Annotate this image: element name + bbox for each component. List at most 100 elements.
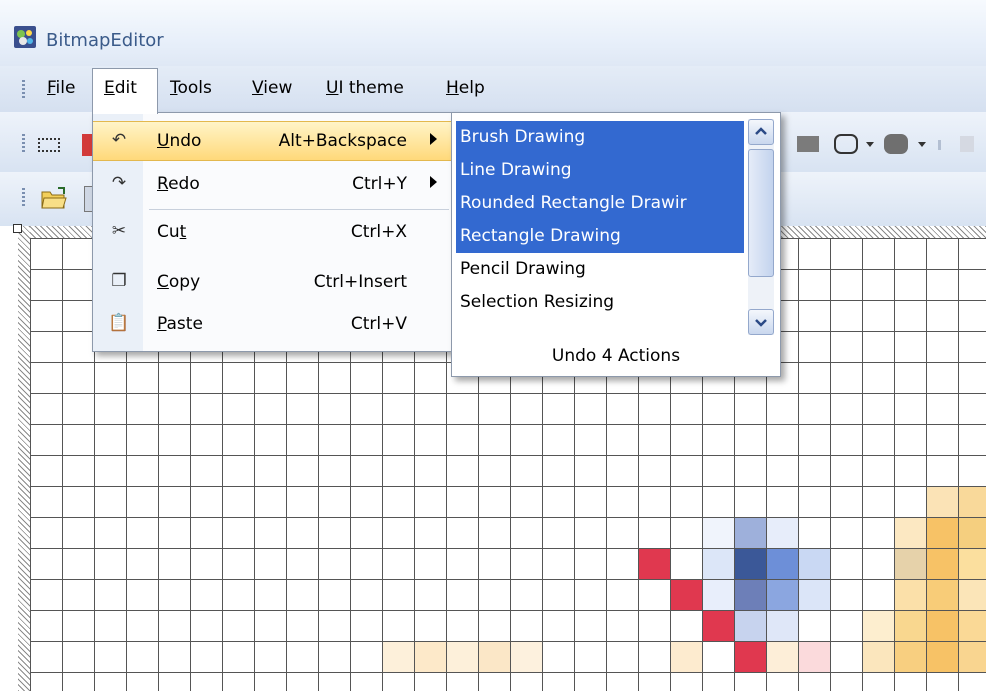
resize-handle[interactable]: [13, 224, 22, 233]
pixel-blue: [767, 549, 798, 579]
bitmap-editor-window: BitmapEditor File Edit Tools View UI the…: [0, 0, 986, 691]
pixel-blue: [767, 580, 798, 610]
pixel-light-blue: [703, 549, 734, 579]
menu-help[interactable]: Help: [446, 78, 485, 98]
pixel-orange: [927, 642, 958, 672]
undo-icon: ↶: [111, 130, 127, 150]
menubar-grip[interactable]: [22, 80, 25, 100]
pixel-orange: [511, 642, 542, 672]
pixel-orange: [927, 611, 958, 641]
chevron-down-icon[interactable]: [918, 142, 926, 147]
toolbar-grip[interactable]: [22, 188, 25, 208]
pixel-light-blue: [703, 518, 734, 548]
pixel-orange: [863, 611, 894, 641]
undo-history-item[interactable]: Pencil Drawing: [456, 253, 744, 286]
menu-edit[interactable]: Edit: [104, 78, 137, 98]
pixel-orange: [927, 549, 958, 579]
menu-item-cut[interactable]: ✂ Cut Ctrl+X: [93, 213, 453, 251]
toolbar-separator: [938, 140, 941, 150]
pixel-red: [703, 611, 734, 641]
pixel-orange: [895, 580, 926, 610]
toolbar-grip[interactable]: [22, 134, 25, 154]
pixel-light-blue: [767, 518, 798, 548]
scroll-down-button[interactable]: [748, 309, 774, 335]
menu-item-shortcut: Ctrl+Y: [352, 174, 407, 194]
pixel-orange: [383, 642, 414, 672]
menu-item-shortcut: Ctrl+V: [350, 314, 407, 334]
menu-view[interactable]: View: [252, 78, 292, 98]
chevron-down-icon[interactable]: [866, 142, 874, 147]
menu-item-paste[interactable]: 📋 Paste Ctrl+V: [93, 305, 453, 343]
pixel-orange: [895, 642, 926, 672]
pixel-orange: [415, 642, 446, 672]
pixel-orange: [927, 487, 958, 517]
pixel-orange: [959, 518, 986, 548]
canvas-ruler-left: [18, 226, 30, 691]
chevron-up-icon: [755, 127, 767, 135]
menu-ui-theme[interactable]: UI theme: [326, 78, 404, 98]
pixel-navy: [735, 549, 766, 579]
redo-icon: ↷: [111, 173, 127, 193]
pixel-orange: [927, 518, 958, 548]
pixel-navy: [735, 580, 766, 610]
chevron-down-icon: [755, 319, 767, 327]
pixel-orange: [959, 580, 986, 610]
pixel-light-blue: [767, 611, 798, 641]
menu-item-redo[interactable]: ↷ Redo Ctrl+Y: [93, 165, 453, 203]
pixel-orange: [959, 642, 986, 672]
pixel-light-blue: [799, 549, 830, 579]
pixel-orange: [895, 549, 926, 579]
pixel-light-blue: [799, 580, 830, 610]
menu-separator: [149, 209, 449, 210]
pixel-orange: [895, 518, 926, 548]
open-folder-icon[interactable]: [40, 186, 68, 210]
pixel-orange: [895, 611, 926, 641]
pixel-orange: [479, 642, 510, 672]
pixel-red: [735, 642, 766, 672]
pixel-orange: [959, 611, 986, 641]
edit-menu-dropdown: ↶ Undo Alt+Backspace ↷ Redo Ctrl+Y ✂ Cut…: [92, 112, 454, 352]
pixel-red: [639, 549, 670, 579]
cut-icon: ✂: [111, 221, 127, 241]
app-icon: [14, 26, 36, 48]
undo-history-item[interactable]: Rounded Rectangle Drawir: [456, 187, 744, 220]
pixel-light-blue: [735, 611, 766, 641]
pixel-orange: [767, 642, 798, 672]
scroll-up-button[interactable]: [748, 119, 774, 145]
rounded-rect-icon[interactable]: [834, 134, 858, 154]
scroll-thumb[interactable]: [748, 149, 774, 277]
menu-tools[interactable]: Tools: [170, 78, 212, 98]
menu-file[interactable]: File: [47, 78, 75, 98]
pixel-orange: [671, 642, 702, 672]
menu-item-copy[interactable]: ❐ Copy Ctrl+Insert: [93, 263, 453, 301]
undo-history-popup: Brush Drawing Line Drawing Rounded Recta…: [451, 112, 781, 377]
pixel-pink: [799, 642, 830, 672]
select-rect-icon[interactable]: [38, 138, 60, 152]
window-title: BitmapEditor: [46, 30, 164, 51]
menu-item-undo[interactable]: ↶ Undo Alt+Backspace: [93, 121, 453, 161]
copy-icon: ❐: [111, 271, 127, 291]
filled-rect-icon[interactable]: [797, 136, 819, 152]
submenu-arrow-icon: [430, 133, 437, 145]
pixel-red: [671, 580, 702, 610]
undo-history-item[interactable]: Selection Resizing: [456, 286, 744, 319]
menu-item-shortcut: Alt+Backspace: [278, 131, 407, 151]
pixel-orange: [863, 642, 894, 672]
undo-history-item[interactable]: Brush Drawing: [456, 121, 744, 154]
pixel-orange: [927, 580, 958, 610]
undo-count-label: Undo 4 Actions: [551, 346, 681, 366]
menu-item-shortcut: Ctrl+Insert: [313, 272, 407, 292]
menu-item-shortcut: Ctrl+X: [350, 222, 407, 242]
paste-icon: 📋: [108, 313, 130, 333]
filled-rounded-rect-icon[interactable]: [884, 134, 908, 154]
undo-list-scrollbar[interactable]: [748, 119, 774, 335]
title-bar: BitmapEditor: [0, 0, 986, 66]
pixel-blue: [735, 518, 766, 548]
undo-history-item[interactable]: Rectangle Drawing: [456, 220, 744, 253]
undo-history-list[interactable]: Brush Drawing Line Drawing Rounded Recta…: [456, 119, 744, 335]
submenu-arrow-icon: [430, 176, 437, 188]
undo-history-item[interactable]: Line Drawing: [456, 154, 744, 187]
pixel-orange: [959, 549, 986, 579]
more-icon[interactable]: [960, 136, 974, 152]
pixel-orange: [447, 642, 478, 672]
